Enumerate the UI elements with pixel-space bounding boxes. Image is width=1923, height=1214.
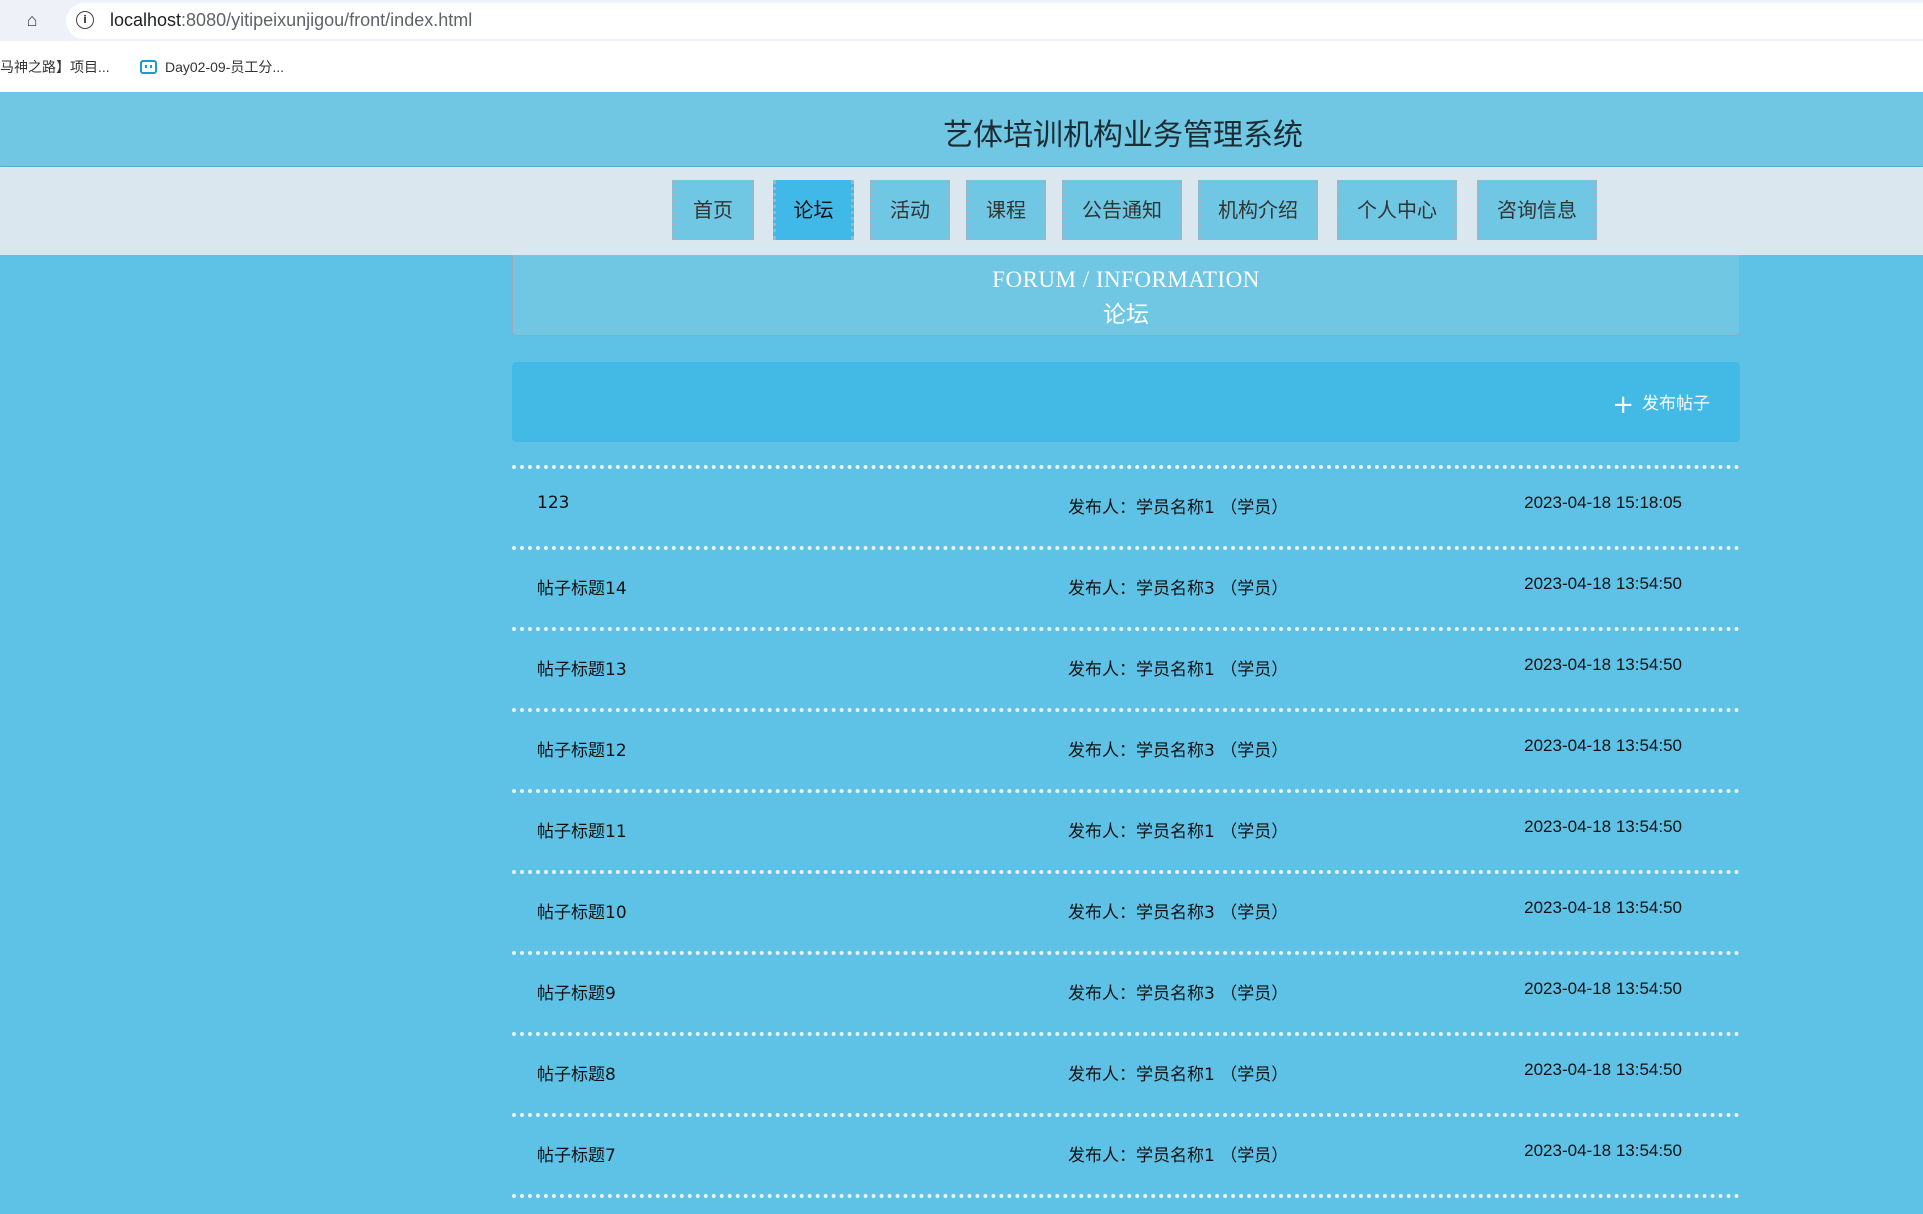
post-author: 发布人：学员名称1 （学员）: [1068, 1065, 1289, 1085]
post-author: 发布人：学员名称1 （学员）: [1068, 1146, 1289, 1166]
post-time: 2023-04-18 13:54:50: [1524, 979, 1682, 998]
post-row[interactable]: 帖子标题9 发布人：学员名称3 （学员） 2023-04-18 13:54:50: [512, 951, 1740, 1032]
section-heading: FORUM / INFORMATION 论坛: [512, 255, 1740, 336]
section-title-en: FORUM / INFORMATION: [992, 267, 1260, 292]
bookmark-label: Day02-09-员工分...: [165, 59, 285, 75]
post-row[interactable]: 帖子标题12 发布人：学员名称3 （学员） 2023-04-18 13:54:5…: [512, 708, 1740, 789]
post-time: 2023-04-18 15:18:05: [1524, 493, 1682, 512]
nav-item-activities[interactable]: 活动: [870, 180, 950, 240]
nav-item-forum[interactable]: 论坛: [773, 180, 854, 240]
section-title-zh: 论坛: [1103, 302, 1149, 328]
browser-address-bar: ⌂ i localhost:8080/yitipeixunjigou/front…: [0, 0, 1923, 41]
post-author: 发布人：学员名称1 （学员）: [1068, 660, 1289, 680]
post-row[interactable]: 帖子标题14 发布人：学员名称3 （学员） 2023-04-18 13:54:5…: [512, 546, 1740, 627]
publish-post-label: 发布帖子: [1642, 394, 1710, 414]
site-header: 艺体培训机构业务管理系统: [0, 92, 1923, 166]
bookmark-item[interactable]: Day02-09-员工分...: [140, 57, 284, 77]
post-title[interactable]: 帖子标题10: [537, 898, 627, 923]
bookmarks-bar: 马神之路】项目... Day02-09-员工分...: [0, 41, 1923, 93]
home-icon[interactable]: ⌂: [22, 10, 42, 30]
plus-icon: +: [1612, 390, 1634, 420]
post-title[interactable]: 帖子标题13: [537, 655, 627, 680]
post-row[interactable]: 帖子标题13 发布人：学员名称1 （学员） 2023-04-18 13:54:5…: [512, 627, 1740, 708]
post-title[interactable]: 帖子标题8: [537, 1060, 616, 1085]
nav-item-consultation[interactable]: 咨询信息: [1477, 180, 1597, 240]
bilibili-icon: [140, 60, 157, 74]
post-row[interactable]: 123 发布人：学员名称1 （学员） 2023-04-18 15:18:05: [512, 465, 1740, 546]
nav-item-about[interactable]: 机构介绍: [1198, 180, 1318, 240]
post-list: 123 发布人：学员名称1 （学员） 2023-04-18 15:18:05 帖…: [512, 465, 1740, 1198]
post-time: 2023-04-18 13:54:50: [1524, 898, 1682, 917]
main-nav: 首页 论坛 活动 课程 公告通知 机构介绍 个人中心 咨询信息: [0, 167, 1923, 255]
bookmark-label: 马神之路】项目...: [0, 59, 110, 75]
bookmark-item[interactable]: 马神之路】项目...: [0, 57, 110, 77]
post-row[interactable]: 帖子标题7 发布人：学员名称1 （学员） 2023-04-18 13:54:50: [512, 1113, 1740, 1198]
post-title[interactable]: 帖子标题9: [537, 979, 616, 1004]
post-author: 发布人：学员名称3 （学员）: [1068, 984, 1289, 1004]
post-row[interactable]: 帖子标题8 发布人：学员名称1 （学员） 2023-04-18 13:54:50: [512, 1032, 1740, 1113]
post-title[interactable]: 帖子标题12: [537, 736, 627, 761]
post-title[interactable]: 帖子标题14: [537, 574, 627, 599]
site-info-icon[interactable]: i: [76, 11, 94, 29]
post-author: 发布人：学员名称3 （学员）: [1068, 579, 1289, 599]
post-title[interactable]: 帖子标题11: [537, 817, 627, 842]
url-text[interactable]: localhost:8080/yitipeixunjigou/front/ind…: [110, 10, 472, 31]
post-time: 2023-04-18 13:54:50: [1524, 1141, 1682, 1160]
nav-item-profile[interactable]: 个人中心: [1337, 180, 1457, 240]
nav-item-announcements[interactable]: 公告通知: [1062, 180, 1182, 240]
nav-item-home[interactable]: 首页: [672, 180, 754, 240]
forum-action-bar: + 发布帖子: [512, 362, 1740, 442]
post-time: 2023-04-18 13:54:50: [1524, 655, 1682, 674]
site-title: 艺体培训机构业务管理系统: [943, 119, 1303, 152]
post-time: 2023-04-18 13:54:50: [1524, 736, 1682, 755]
post-time: 2023-04-18 13:54:50: [1524, 817, 1682, 836]
url-host: localhost: [110, 10, 182, 30]
post-row[interactable]: 帖子标题10 发布人：学员名称3 （学员） 2023-04-18 13:54:5…: [512, 870, 1740, 951]
publish-post-button[interactable]: + 发布帖子: [1612, 389, 1710, 420]
post-author: 发布人：学员名称3 （学员）: [1068, 741, 1289, 761]
post-author: 发布人：学员名称1 （学员）: [1068, 498, 1289, 518]
post-row[interactable]: 帖子标题11 发布人：学员名称1 （学员） 2023-04-18 13:54:5…: [512, 789, 1740, 870]
post-author: 发布人：学员名称3 （学员）: [1068, 903, 1289, 923]
post-time: 2023-04-18 13:54:50: [1524, 1060, 1682, 1079]
post-time: 2023-04-18 13:54:50: [1524, 574, 1682, 593]
post-title[interactable]: 帖子标题7: [537, 1141, 616, 1166]
post-title[interactable]: 123: [537, 493, 569, 513]
url-path: :8080/yitipeixunjigou/front/index.html: [181, 10, 473, 30]
nav-item-courses[interactable]: 课程: [966, 180, 1046, 240]
post-author: 发布人：学员名称1 （学员）: [1068, 822, 1289, 842]
